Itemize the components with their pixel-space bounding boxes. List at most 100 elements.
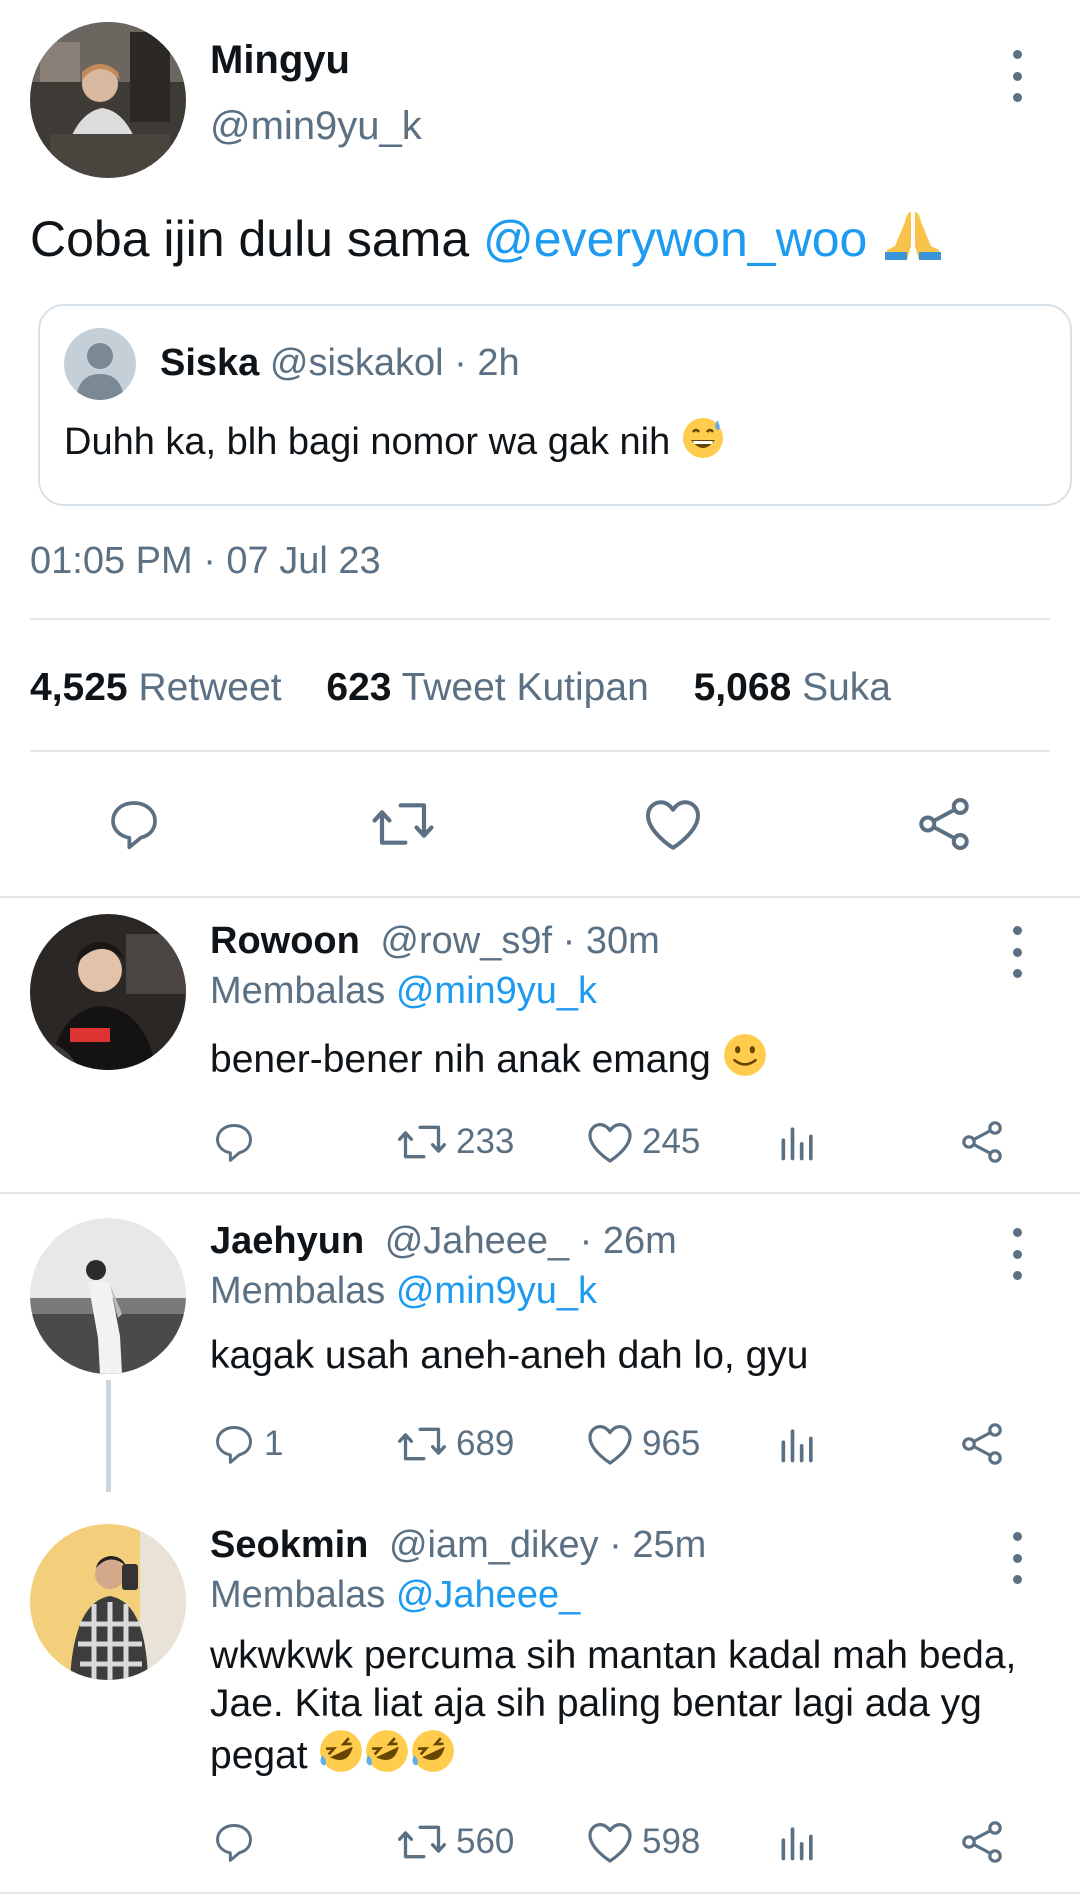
share-button[interactable] <box>958 1420 1006 1468</box>
reply-author-name[interactable]: Seokmin <box>210 1524 368 1566</box>
reply-count: 1 <box>264 1424 284 1463</box>
reply-icon <box>216 1824 252 1862</box>
retweet-count: 233 <box>456 1122 515 1161</box>
reply-text: bener-bener nih anak emang <box>210 1038 711 1081</box>
reply-author-meta[interactable]: @row_s9f · 30m <box>380 920 659 962</box>
retweet-icon <box>372 803 434 845</box>
reply-author-meta[interactable]: @iam_dikey · 25m <box>389 1524 706 1566</box>
replying-label: Membalas <box>210 970 396 1012</box>
analytics-icon <box>781 1827 813 1861</box>
share-button[interactable] <box>914 794 974 854</box>
like-button[interactable]: 965 <box>586 1422 700 1466</box>
like-label[interactable]: Suka <box>802 666 891 709</box>
retweet-count: 560 <box>456 1822 515 1861</box>
reply-icon <box>216 1124 252 1162</box>
like-button[interactable]: 598 <box>586 1820 700 1864</box>
folded-hands-emoji <box>881 210 945 274</box>
divider <box>0 1892 1080 1894</box>
reply-button[interactable] <box>212 1120 264 1164</box>
analytics-button[interactable] <box>776 1820 820 1864</box>
share-button[interactable] <box>958 1118 1006 1166</box>
like-count[interactable]: 5,068 <box>694 666 792 709</box>
more-options-icon[interactable] <box>1005 1532 1029 1584</box>
analytics-button[interactable] <box>776 1422 820 1466</box>
like-count: 245 <box>642 1122 701 1161</box>
rofl-emoji-group <box>318 1730 456 1777</box>
reply-button[interactable] <box>212 1820 264 1864</box>
analytics-icon <box>781 1429 813 1463</box>
retweet-icon <box>397 1825 447 1859</box>
replying-label: Membalas <box>210 1270 396 1312</box>
tweet-text-prefix: Coba ijin dulu sama <box>30 211 484 267</box>
quote-author-name[interactable]: Siska <box>160 342 259 384</box>
reply-button[interactable] <box>106 796 162 852</box>
author-name[interactable]: Mingyu <box>210 38 350 83</box>
like-count: 598 <box>642 1822 701 1861</box>
retweet-button[interactable]: 233 <box>396 1120 514 1164</box>
heart-icon <box>588 1123 632 1163</box>
heart-icon <box>646 800 700 850</box>
tweet-text: Coba ijin dulu sama @everywon_woo <box>30 210 945 274</box>
more-options-icon[interactable] <box>1005 50 1029 102</box>
retweet-icon <box>397 1427 447 1461</box>
retweet-button[interactable]: 560 <box>396 1820 514 1864</box>
mention-link[interactable]: @everywon_woo <box>483 211 867 267</box>
reply-author-meta[interactable]: @Jaheee_ · 26m <box>385 1220 677 1262</box>
quote-time: 2h <box>477 342 520 384</box>
reply-tweet[interactable]: Seokmin @iam_dikey · 25m Membalas @Jahee… <box>0 1494 1080 1894</box>
heart-icon <box>588 1425 632 1465</box>
quote-author-handle[interactable]: @siskakol <box>270 342 444 384</box>
reply-author-name[interactable]: Rowoon <box>210 920 360 962</box>
like-count: 965 <box>642 1424 701 1463</box>
heart-icon <box>588 1823 632 1863</box>
reply-button[interactable]: 1 <box>212 1422 283 1466</box>
retweet-count[interactable]: 4,525 <box>30 666 128 709</box>
retweet-button[interactable]: 689 <box>396 1422 514 1466</box>
replying-to-link[interactable]: @min9yu_k <box>396 970 597 1012</box>
share-icon <box>962 1423 1002 1465</box>
reply-text: kagak usah aneh-aneh dah lo, gyu <box>210 1334 809 1377</box>
retweet-label[interactable]: Retweet <box>138 666 281 709</box>
reply-icon <box>111 801 157 850</box>
avatar-seokmin[interactable] <box>30 1524 186 1680</box>
replying-to-link[interactable]: @Jaheee_ <box>396 1574 580 1616</box>
tweet-stats: 4,525 Retweet 623 Tweet Kutipan 5,068 Su… <box>30 666 891 710</box>
reply-tweet[interactable]: Rowoon @row_s9f · 30m Membalas @min9yu_k… <box>0 898 1080 1192</box>
rofl-emoji <box>410 1728 456 1786</box>
rofl-emoji <box>364 1728 410 1786</box>
share-icon <box>962 1121 1002 1163</box>
avatar-jaehyun[interactable] <box>30 1218 186 1374</box>
replying-to-link[interactable]: @min9yu_k <box>396 1270 597 1312</box>
analytics-button[interactable] <box>776 1120 820 1164</box>
rofl-emoji <box>318 1728 364 1786</box>
divider <box>30 618 1050 620</box>
retweet-button[interactable] <box>370 796 436 852</box>
like-button[interactable] <box>643 796 703 852</box>
quote-count[interactable]: 623 <box>326 666 391 709</box>
author-handle[interactable]: @min9yu_k <box>210 104 422 149</box>
reply-icon <box>216 1426 252 1464</box>
slightly-smiling-emoji <box>722 1032 768 1090</box>
quote-text: Duhh ka, blh bagi nomor wa gak nih <box>64 421 671 463</box>
reply-author-name[interactable]: Jaehyun <box>210 1220 364 1262</box>
avatar-mingyu[interactable] <box>30 22 186 178</box>
thread-line <box>106 1380 111 1492</box>
share-button[interactable] <box>958 1818 1006 1866</box>
retweet-icon <box>397 1125 447 1159</box>
avatar-rowoon[interactable] <box>30 914 186 1070</box>
share-icon <box>919 798 969 850</box>
grinning-sweat-emoji <box>681 416 725 470</box>
quote-label[interactable]: Tweet Kutipan <box>402 666 649 709</box>
more-options-icon[interactable] <box>1005 1228 1029 1280</box>
share-icon <box>962 1821 1002 1863</box>
tweet-timestamp[interactable]: 01:05 PM · 07 Jul 23 <box>30 540 381 583</box>
replying-label: Membalas <box>210 1574 396 1616</box>
analytics-icon <box>781 1127 813 1161</box>
more-options-icon[interactable] <box>1005 926 1029 978</box>
like-button[interactable]: 245 <box>586 1120 700 1164</box>
quoted-tweet[interactable]: Siska @siskakol · 2h Duhh ka, blh bagi n… <box>38 304 1072 506</box>
avatar-siska[interactable] <box>64 328 136 400</box>
quote-separator: · <box>454 342 467 384</box>
reply-tweet[interactable]: Jaehyun @Jaheee_ · 26m Membalas @min9yu_… <box>0 1194 1080 1494</box>
retweet-count: 689 <box>456 1424 515 1463</box>
